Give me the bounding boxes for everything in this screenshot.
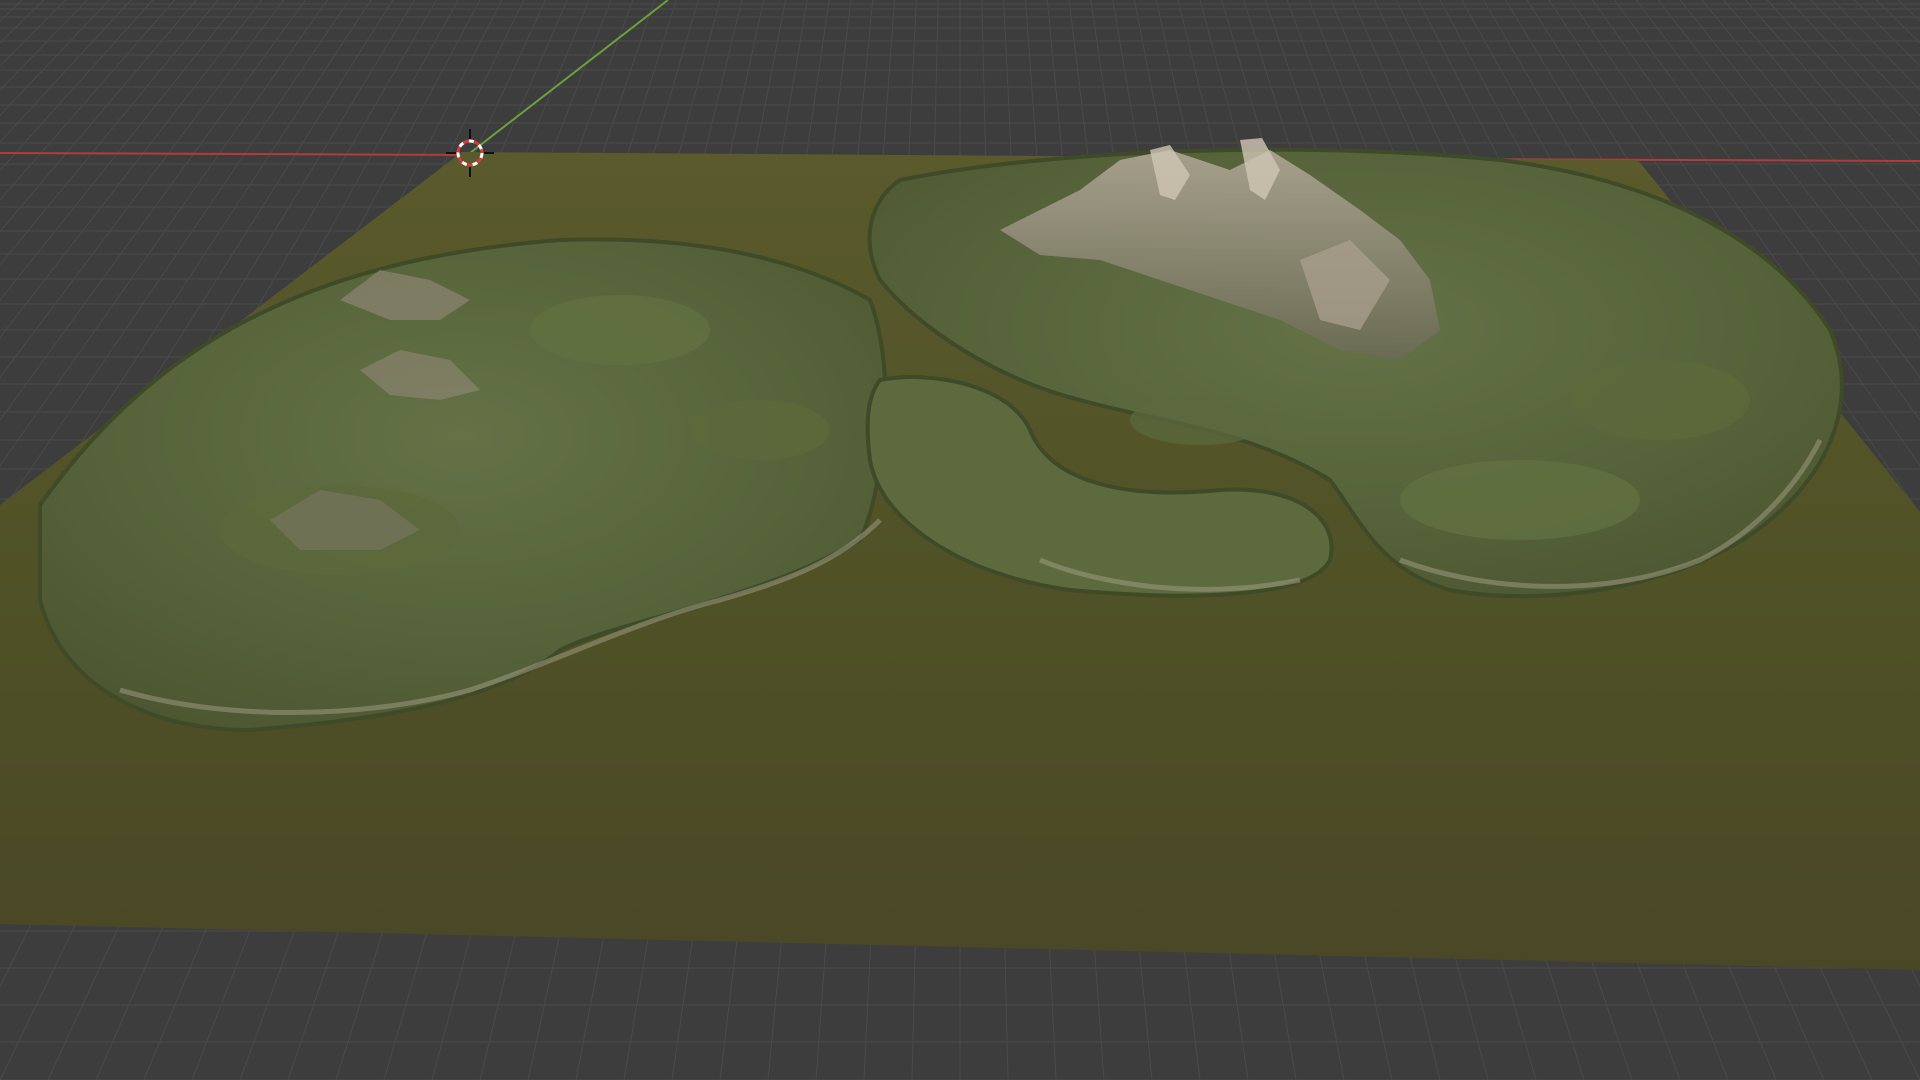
y-axis-line [469,0,669,154]
viewport-canvas[interactable] [0,0,1920,1080]
3d-viewport[interactable] [0,0,1920,1080]
